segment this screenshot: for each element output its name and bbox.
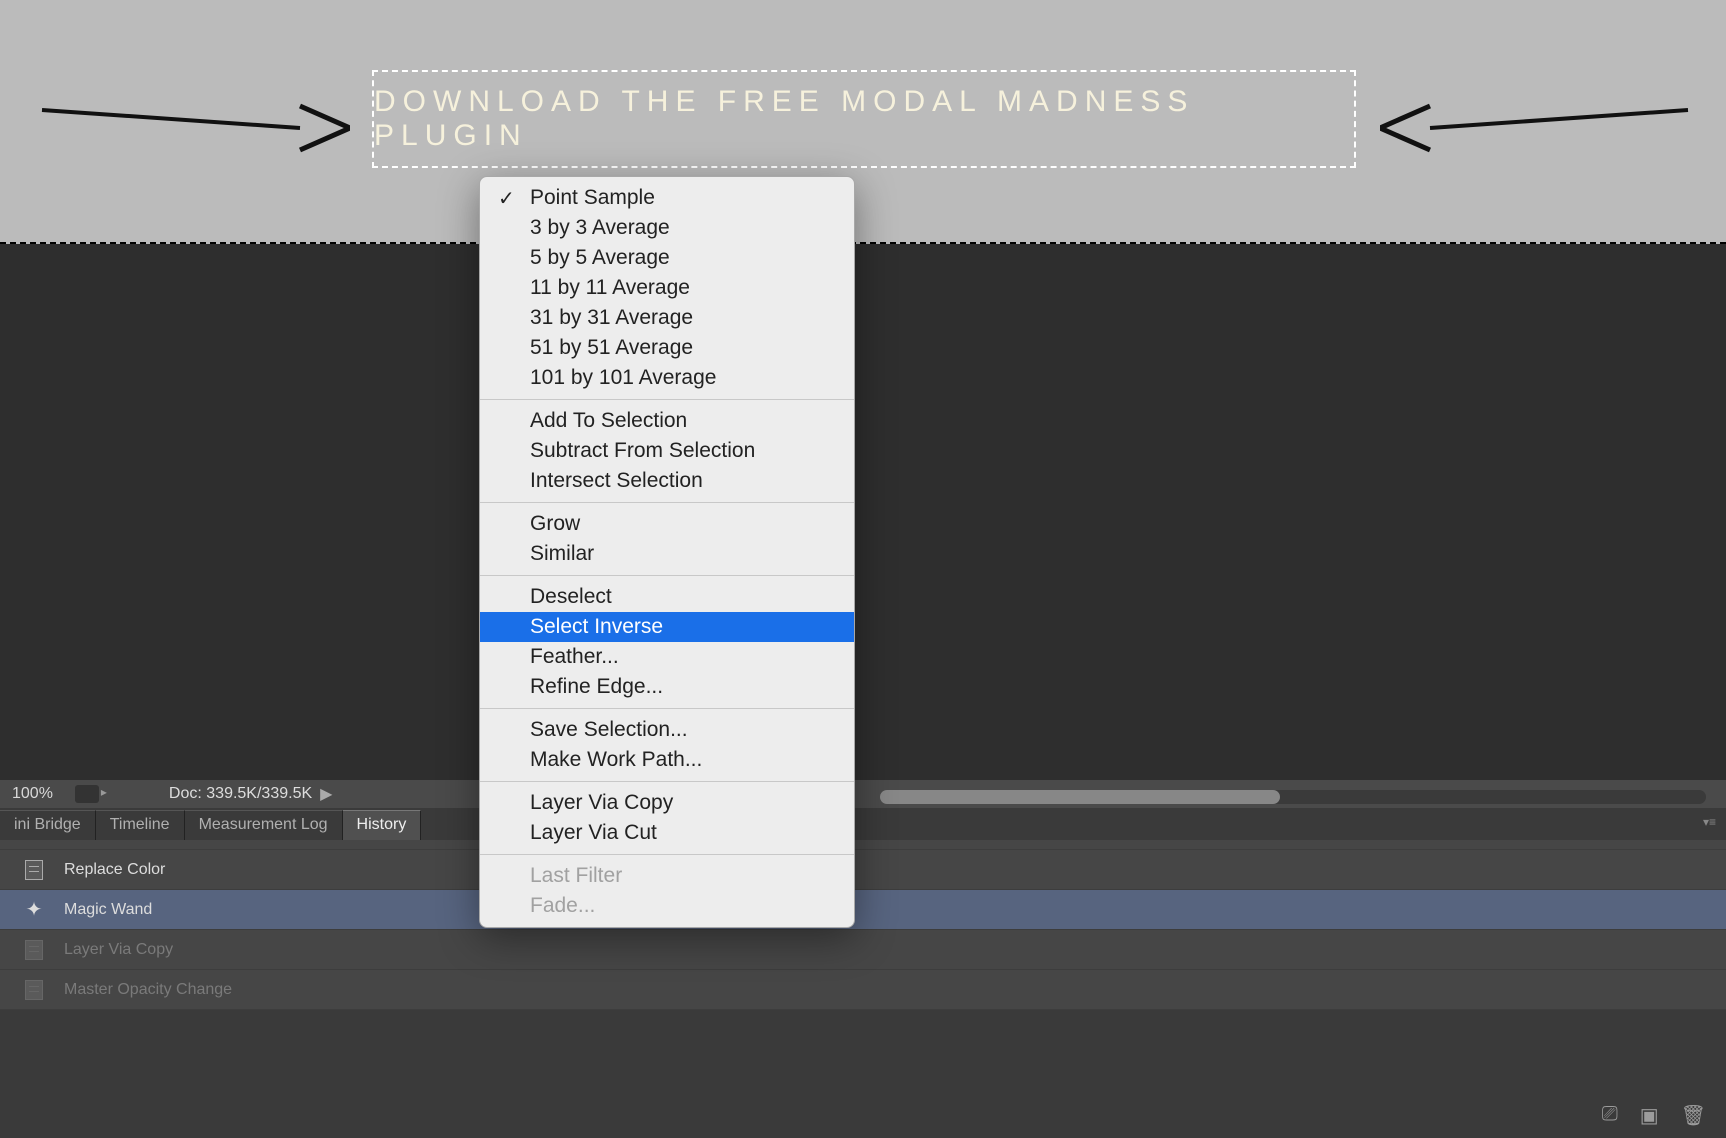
history-label: Magic Wand [64,901,152,919]
history-label: Replace Color [64,861,165,879]
menu-item-51-by-51-average[interactable]: 51 by 51 Average [480,333,854,363]
tab-measurement-log[interactable]: Measurement Log [185,810,343,840]
menu-item-deselect[interactable]: Deselect [480,582,854,612]
menu-item-3-by-3-average[interactable]: 3 by 3 Average [480,213,854,243]
status-bar: 100% Doc: 339.5K/339.5K ▶ [0,780,1726,808]
history-item[interactable]: Master Opacity Change [0,970,1726,1010]
canvas-area[interactable]: DOWNLOAD THE FREE MODAL MADNESS PLUGIN [0,0,1726,800]
scroll-thumb[interactable] [880,790,1280,804]
history-item[interactable]: Replace Color [0,850,1726,890]
download-label: DOWNLOAD THE FREE MODAL MADNESS PLUGIN [374,85,1354,153]
panel-menu-icon[interactable]: ▾≡ [1693,810,1726,840]
menu-separator [480,708,854,709]
menu-item-layer-via-cut[interactable]: Layer Via Cut [480,818,854,848]
context-menu: Point Sample3 by 3 Average5 by 5 Average… [479,176,855,928]
page-icon [22,980,46,1000]
menu-item-feather[interactable]: Feather... [480,642,854,672]
menu-item-intersect-selection[interactable]: Intersect Selection [480,466,854,496]
menu-separator [480,399,854,400]
menu-item-layer-via-copy[interactable]: Layer Via Copy [480,788,854,818]
history-row-cropped[interactable] [0,840,1726,850]
menu-item-point-sample[interactable]: Point Sample [480,183,854,213]
preview-icon[interactable] [75,785,99,803]
history-item[interactable]: ✦ Magic Wand [0,890,1726,930]
menu-item-make-work-path[interactable]: Make Work Path... [480,745,854,775]
panel-actions: ⎚ ▣ 🗑 [1602,1103,1706,1128]
menu-item-add-to-selection[interactable]: Add To Selection [480,406,854,436]
trash-icon[interactable]: 🗑 [1681,1103,1706,1128]
menu-item-fade: Fade... [480,891,854,921]
history-item[interactable]: Layer Via Copy [0,930,1726,970]
tab-ini-bridge[interactable]: ini Bridge [0,810,96,840]
arrow-right-icon [40,98,350,158]
menu-item-5-by-5-average[interactable]: 5 by 5 Average [480,243,854,273]
magic-wand-icon: ✦ [22,900,46,920]
menu-item-grow[interactable]: Grow [480,509,854,539]
chevron-right-icon[interactable]: ▶ [320,784,332,804]
history-panel: Replace Color ✦ Magic Wand Layer Via Copy Ma… [0,840,1726,1010]
menu-item-subtract-from-selection[interactable]: Subtract From Selection [480,436,854,466]
menu-item-select-inverse[interactable]: Select Inverse [480,612,854,642]
menu-item-refine-edge[interactable]: Refine Edge... [480,672,854,702]
menu-item-101-by-101-average[interactable]: 101 by 101 Average [480,363,854,393]
menu-separator [480,575,854,576]
banner: DOWNLOAD THE FREE MODAL MADNESS PLUGIN [0,0,1726,244]
arrow-left-icon [1380,98,1690,158]
menu-item-save-selection[interactable]: Save Selection... [480,715,854,745]
selection-marquee-bottom [0,242,1726,244]
menu-item-similar[interactable]: Similar [480,539,854,569]
menu-item-11-by-11-average[interactable]: 11 by 11 Average [480,273,854,303]
history-label: Master Opacity Change [64,981,232,999]
horizontal-scrollbar[interactable] [880,790,1706,804]
menu-item-31-by-31-average[interactable]: 31 by 31 Average [480,303,854,333]
history-label: Layer Via Copy [64,941,173,959]
menu-separator [480,854,854,855]
menu-separator [480,781,854,782]
doc-size[interactable]: Doc: 339.5K/339.5K [169,785,312,803]
page-icon [22,860,46,880]
tab-timeline[interactable]: Timeline [96,810,185,840]
menu-item-last-filter: Last Filter [480,861,854,891]
menu-separator [480,502,854,503]
new-snapshot-icon[interactable]: ⎚ [1602,1103,1618,1128]
tab-history[interactable]: History [343,810,422,840]
download-button[interactable]: DOWNLOAD THE FREE MODAL MADNESS PLUGIN [372,70,1356,168]
camera-icon[interactable]: ▣ [1640,1103,1659,1128]
zoom-level[interactable]: 100% [0,785,65,803]
panel-tabs: ini BridgeTimelineMeasurement LogHistory… [0,810,1726,840]
page-icon [22,940,46,960]
